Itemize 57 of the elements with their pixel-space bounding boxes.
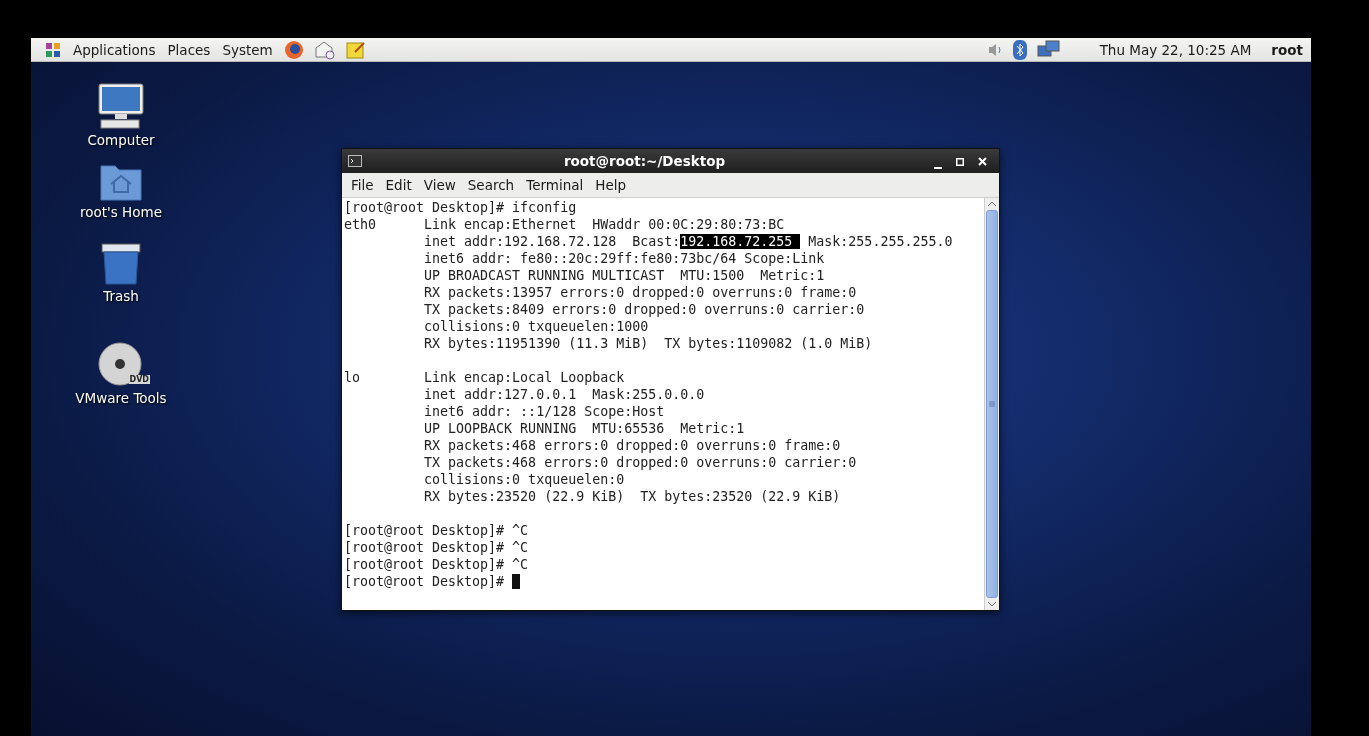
desktop-icon-label[interactable]: root's Home <box>80 204 162 220</box>
terminal-icon <box>348 155 362 167</box>
panel-menu[interactable]: Places <box>161 41 217 58</box>
terminal-text: lo Link encap:Local Loopback <box>344 370 625 385</box>
terminal-text: TX packets:8409 errors:0 dropped:0 overruns:0 carrier:0 <box>423 302 865 317</box>
scroll-up-icon[interactable] <box>987 199 997 209</box>
terminal-text: inet6 addr: fe80::20c:29ff:fe80:73bc/64 Scope:Link <box>423 251 825 266</box>
desktop-icon-label[interactable]: Computer <box>87 132 155 148</box>
scrollbar[interactable] <box>984 198 999 610</box>
clock[interactable]: Thu May 22, 10:25 AM <box>1099 41 1252 58</box>
bluetooth-icon[interactable] <box>1012 39 1027 60</box>
terminal-text: inet addr:192.168.72.128 Bcast: <box>423 234 681 249</box>
terminal-text: [root@root Desktop]# ifconfig <box>344 200 577 215</box>
window-title: root@root:~/Desktop <box>562 153 727 169</box>
menu-item[interactable]: File <box>345 177 380 193</box>
minimize-icon <box>934 167 942 169</box>
terminal-text: TX packets:468 errors:0 dropped:0 overruns:0 carrier:0 <box>423 455 857 470</box>
selected-text: 192.168.72.255 <box>680 234 801 249</box>
terminal-text: RX bytes:11951390 (11.3 MiB) TX bytes:1109082 (1.0 MiB) <box>423 336 873 351</box>
globe-icon[interactable] <box>283 39 304 60</box>
terminal-text: collisions:0 txqueuelen:0 <box>423 472 625 487</box>
trash-icon <box>99 242 143 286</box>
desktop-icon-label[interactable]: VMware Tools <box>75 390 167 406</box>
menu-item[interactable]: Help <box>589 177 633 193</box>
terminal-text: [root@root Desktop]# <box>344 574 506 589</box>
scroll-thumb[interactable] <box>986 210 998 598</box>
terminal-text: collisions:0 txqueuelen:1000 <box>423 319 649 334</box>
home-folder-icon <box>99 162 143 202</box>
maximize-icon <box>956 157 964 166</box>
flower-logo-icon[interactable] <box>44 40 62 59</box>
menu-item[interactable]: Search <box>461 177 521 193</box>
close-icon <box>977 156 987 166</box>
terminal-text: RX packets:468 errors:0 dropped:0 overruns:0 frame:0 <box>423 438 841 453</box>
menu-item[interactable]: Edit <box>379 177 418 193</box>
panel-menu[interactable]: Applications <box>67 41 162 58</box>
desktop-icon-label[interactable]: Trash <box>103 288 139 304</box>
menu-item[interactable]: Terminal <box>520 177 590 193</box>
terminal-text: inet6 addr: ::1/128 Scope:Host <box>423 404 665 419</box>
scroll-down-icon[interactable] <box>987 599 997 609</box>
terminal-text: UP LOOPBACK RUNNING MTU:65536 Metric:1 <box>423 421 745 436</box>
user-name[interactable]: root <box>1271 41 1303 58</box>
terminal-text: RX bytes:23520 (22.9 KiB) TX bytes:23520 (22.9 KiB) <box>423 489 841 504</box>
menu-item[interactable]: View <box>417 177 462 193</box>
computer-icon <box>97 82 145 130</box>
terminal-text: inet addr:127.0.0.1 Mask:255.0.0.0 <box>423 387 705 402</box>
notepad-pencil-icon[interactable] <box>345 39 366 60</box>
panel-menu[interactable]: System <box>216 41 279 58</box>
dvd-badge: DVD <box>128 375 150 384</box>
terminal-text: RX packets:13957 errors:0 dropped:0 overruns:0 frame:0 <box>423 285 857 300</box>
terminal-text: UP BROADCAST RUNNING MULTICAST MTU:1500 Metric:1 <box>423 268 825 283</box>
terminal-text: [root@root Desktop]# ^C <box>344 557 529 572</box>
terminal-text: [root@root Desktop]# ^C <box>344 523 529 538</box>
speaker-icon[interactable] <box>986 41 1003 58</box>
terminal-text: eth0 Link encap:Ethernet HWaddr 00:0C:29:80:73:BC <box>344 217 785 232</box>
terminal-text: Mask:255.255.255.0 <box>807 234 953 249</box>
network-icon[interactable] <box>1036 39 1061 60</box>
terminal-text: [root@root Desktop]# ^C <box>344 540 529 555</box>
